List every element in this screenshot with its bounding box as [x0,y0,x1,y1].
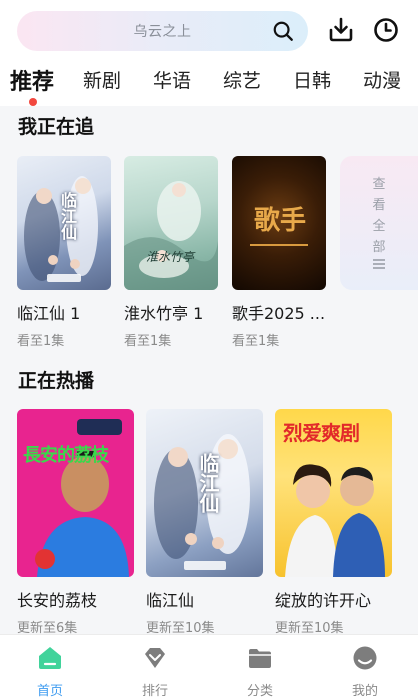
hot-card[interactable]: 烈爱爽剧 绽放的许开心 更新至10集 [275,409,392,634]
view-all-button[interactable]: 查看全部 [340,156,418,290]
tab-japan-korea[interactable]: 日韩 [293,66,331,93]
card-progress: 看至1集 [124,334,172,349]
tab-variety[interactable]: 综艺 [223,66,261,93]
clock-icon[interactable] [372,16,400,44]
nav-home-label: 首页 [36,684,63,699]
poster-title-text: 長安的荔枝 [23,445,109,466]
watching-card[interactable]: 淮水竹亭 淮水竹亭 1 看至1集 [124,156,218,349]
nav-category-label: 分类 [246,684,273,699]
poster-decoration [250,244,308,246]
card-progress: 更新至10集 [146,621,215,634]
nav-profile-label: 我的 [351,684,378,699]
poster-art [124,181,218,290]
profile-icon [353,646,377,670]
poster-title-text: 临江仙 [196,453,220,513]
poster-title-text: 淮水竹亭 [146,250,195,264]
tab-chinese[interactable]: 华语 [153,66,191,93]
hot-card[interactable]: 临江仙 临江仙 更新至10集 [146,409,263,634]
poster-art [35,419,129,577]
card-title: 临江仙 1 [17,304,81,323]
search-icon[interactable] [272,20,294,42]
poster-title-text: 歌手 [254,206,307,236]
nav-category[interactable]: 分类 [230,645,290,699]
section-title-hot: 正在热播 [18,370,95,392]
download-icon[interactable] [327,16,355,44]
content-area: 我正在追 临江仙 临江仙 1 看至1集 淮水竹亭 淮水竹亭 1 看至1集 歌手 … [0,106,418,634]
search-bar[interactable]: 乌云之上 [17,11,308,51]
category-tabs: 推荐 新剧 华语 综艺 日韩 动漫 [0,62,418,106]
card-title: 长安的荔枝 [17,591,98,610]
bottom-nav: 首页 排行 分类 我的 [0,634,418,699]
card-title: 临江仙 [146,591,195,610]
nav-rank-label: 排行 [141,684,168,699]
tab-new-drama[interactable]: 新剧 [83,66,121,93]
nav-home[interactable]: 首页 [20,645,80,699]
poster-image: 淮水竹亭 [124,156,218,290]
active-tab-indicator [29,98,37,106]
card-title: 淮水竹亭 1 [124,304,204,323]
poster-title-text: 烈爱爽剧 [283,421,360,445]
card-progress: 看至1集 [232,334,280,349]
card-title: 歌手2025 ... [232,304,326,323]
search-placeholder: 乌云之上 [133,24,192,40]
poster-image: 長安的荔枝 [17,409,134,577]
home-icon [39,647,61,669]
card-title: 绽放的许开心 [275,591,372,610]
view-all-label: 查看全部 [372,177,386,255]
poster-image: 烈爱爽剧 [275,409,392,577]
nav-profile[interactable]: 我的 [335,645,395,699]
rank-icon [145,648,165,668]
watching-card[interactable]: 歌手 歌手2025 ... 看至1集 [232,156,326,349]
tab-anime[interactable]: 动漫 [363,66,401,93]
folder-icon [249,649,271,668]
nav-rank[interactable]: 排行 [125,645,185,699]
tab-recommend[interactable]: 推荐 [10,64,54,96]
list-icon [373,259,385,269]
card-progress: 看至1集 [17,334,65,349]
card-progress: 更新至6集 [17,621,78,634]
poster-title-text: 临江仙 [58,192,77,240]
poster-image: 临江仙 [17,156,111,290]
poster-image: 临江仙 [146,409,263,577]
section-title-watching: 我正在追 [18,116,95,138]
watching-card[interactable]: 临江仙 临江仙 1 看至1集 [17,156,111,349]
poster-image: 歌手 [232,156,326,290]
card-progress: 更新至10集 [275,621,344,634]
hot-card[interactable]: 長安的荔枝 长安的荔枝 更新至6集 [17,409,134,634]
header: 乌云之上 [0,0,418,58]
